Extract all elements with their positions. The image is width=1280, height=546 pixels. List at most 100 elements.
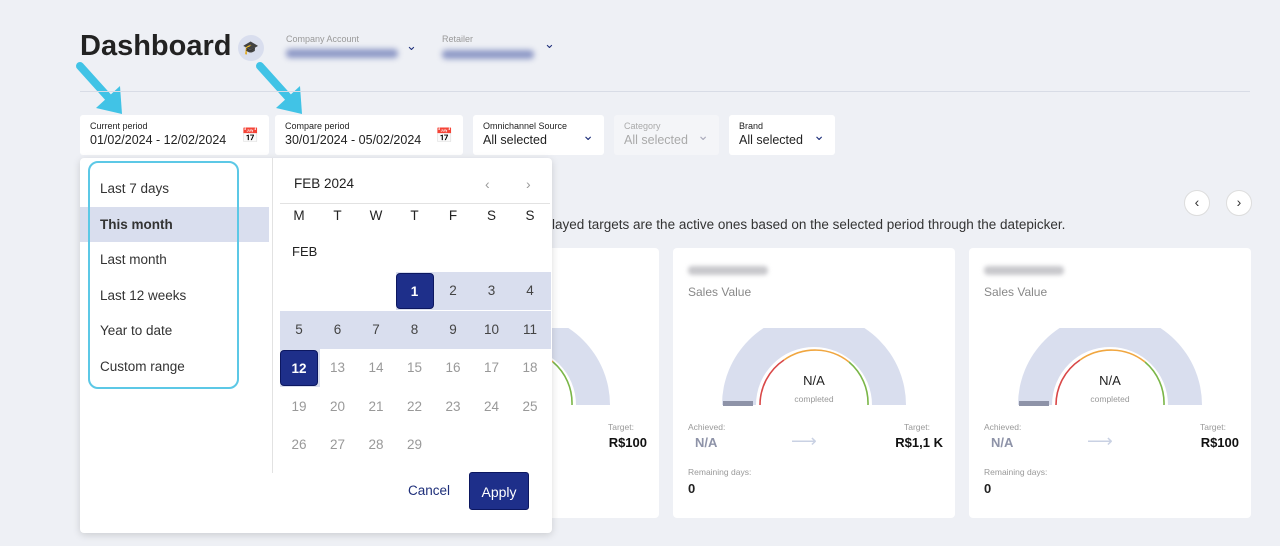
calendar-day[interactable]: 3	[473, 273, 511, 309]
chevron-down-icon: ⌄	[697, 127, 709, 143]
calendar-day[interactable]: 10	[473, 312, 511, 348]
current-period-picker[interactable]: Current period 01/02/2024 - 12/02/2024 📅	[80, 115, 269, 155]
calendar-day[interactable]: 22	[396, 389, 434, 425]
divider	[280, 203, 550, 204]
calendar-day[interactable]: 16	[434, 350, 472, 386]
weekday-header: T	[333, 208, 342, 223]
calendar-day[interactable]: 13	[319, 350, 357, 386]
card-name-redacted	[984, 266, 1064, 275]
filter-label: Brand	[739, 121, 764, 131]
filter-value: 01/02/2024 - 12/02/2024	[90, 133, 227, 147]
chevron-down-icon[interactable]: ⌄	[406, 38, 417, 54]
company-account-select[interactable]	[286, 49, 398, 58]
divider	[272, 158, 273, 473]
calendar-day[interactable]: 26	[280, 427, 318, 463]
compare-period-picker[interactable]: Compare period 30/01/2024 - 05/02/2024 📅	[275, 115, 463, 155]
chevron-down-icon: ⌄	[582, 127, 594, 143]
metric-label: Sales Value	[688, 285, 752, 299]
annotation-arrow-icon	[256, 62, 302, 114]
target-value: R$100	[608, 435, 647, 450]
weekday-header: S	[525, 208, 535, 223]
weekday-header: F	[448, 208, 458, 223]
target-card: Sales Value N/A completed Achieved: N/A ⟶ Targ…	[673, 248, 955, 518]
arrow-right-icon: ⟶	[1087, 431, 1113, 451]
calendar-day[interactable]: 7	[357, 312, 395, 348]
gauge-value: N/A	[803, 373, 825, 388]
filter-value: All selected	[483, 133, 547, 147]
filter-label: Compare period	[285, 121, 350, 131]
page-title: Dashboard	[80, 30, 232, 62]
month-title: FEB 2024	[294, 176, 355, 191]
calendar-day[interactable]: 27	[319, 427, 357, 463]
calendar-day[interactable]: 19	[280, 389, 318, 425]
calendar-day[interactable]: 15	[396, 350, 434, 386]
calendar-day[interactable]: 29	[396, 427, 434, 463]
calendar-day[interactable]: 23	[434, 389, 472, 425]
category-select: Category All selected ⌄	[614, 115, 719, 155]
cancel-button[interactable]: Cancel	[408, 483, 450, 498]
target-value: R$100	[1200, 435, 1239, 450]
brand-select[interactable]: Brand All selected ⌄	[729, 115, 835, 155]
gauge-caption: completed	[1090, 394, 1130, 404]
target-label: Target:	[1200, 422, 1226, 432]
achieved-label: Achieved:	[984, 422, 1022, 432]
filter-value: All selected	[739, 133, 803, 147]
calendar-day[interactable]: 14	[357, 350, 395, 386]
filter-label: Current period	[90, 121, 148, 131]
card-name-redacted	[688, 266, 768, 275]
retailer-label: Retailer	[442, 34, 474, 44]
target-card: Sales Value N/A completed Achieved: N/A ⟶ Targ…	[969, 248, 1251, 518]
calendar-day[interactable]: 8	[396, 312, 434, 348]
calendar-day[interactable]: 24	[473, 389, 511, 425]
weekday-header: W	[369, 208, 383, 223]
weekday-header: M	[293, 208, 305, 223]
remaining-days-value: 0	[688, 481, 696, 496]
calendar-day[interactable]: 4	[511, 273, 549, 309]
company-account-label: Company Account	[286, 34, 360, 44]
calendar-day[interactable]: 28	[357, 427, 395, 463]
next-month-button[interactable]: ›	[526, 176, 531, 192]
datepicker-popover: Last 7 days This month Last month Last 12 w…	[80, 158, 552, 533]
calendar-day[interactable]: 18	[511, 350, 549, 386]
calendar-icon: 📅	[435, 127, 453, 143]
graduation-cap-icon[interactable]: 🎓	[238, 35, 264, 61]
calendar-day[interactable]: 25	[511, 389, 549, 425]
target-label: Target:	[904, 422, 930, 432]
filter-value: All selected	[624, 133, 688, 147]
calendar-day[interactable]: 9	[434, 312, 472, 348]
gauge-value: N/A	[1099, 373, 1121, 388]
calendar-day[interactable]: 6	[319, 312, 357, 348]
prev-month-button[interactable]: ‹	[485, 176, 490, 192]
arrow-right-icon: ⟶	[791, 431, 817, 451]
divider	[80, 91, 1250, 92]
apply-button[interactable]: Apply	[469, 472, 529, 510]
achieved-label: Achieved:	[688, 422, 726, 432]
filter-label: Category	[624, 121, 661, 131]
target-label: Target:	[608, 422, 634, 432]
filter-label: Omnichannel Source	[483, 121, 568, 131]
omnichannel-source-select[interactable]: Omnichannel Source All selected ⌄	[473, 115, 604, 155]
filter-value: 30/01/2024 - 05/02/2024	[285, 133, 422, 147]
targets-info-text: layed targets are the active ones based …	[552, 217, 1066, 232]
remaining-days-label: Remaining days:	[984, 467, 1048, 477]
chevron-down-icon[interactable]: ⌄	[544, 36, 555, 52]
metric-label: Sales Value	[984, 285, 1048, 299]
weekday-header: T	[410, 208, 419, 223]
calendar-day[interactable]: 2	[434, 273, 472, 309]
calendar-day[interactable]: 5	[280, 312, 318, 348]
target-value: R$1,1 K	[895, 435, 943, 450]
remaining-days-label: Remaining days:	[688, 467, 752, 477]
calendar-day[interactable]: 21	[357, 389, 395, 425]
calendar-day[interactable]: 11	[511, 312, 549, 348]
calendar-day[interactable]: 17	[473, 350, 511, 386]
preset-highlight-annotation	[88, 161, 239, 389]
retailer-select[interactable]	[442, 50, 534, 59]
calendar-day[interactable]: 1	[395, 273, 434, 309]
gauge-caption: completed	[794, 394, 834, 404]
carousel-prev-button[interactable]: ‹	[1184, 190, 1210, 216]
remaining-days-value: 0	[984, 481, 992, 496]
carousel-next-button[interactable]: ›	[1226, 190, 1252, 216]
calendar-icon: 📅	[241, 127, 259, 143]
calendar-day[interactable]: 20	[319, 389, 357, 425]
calendar-day[interactable]: 12	[280, 350, 318, 386]
